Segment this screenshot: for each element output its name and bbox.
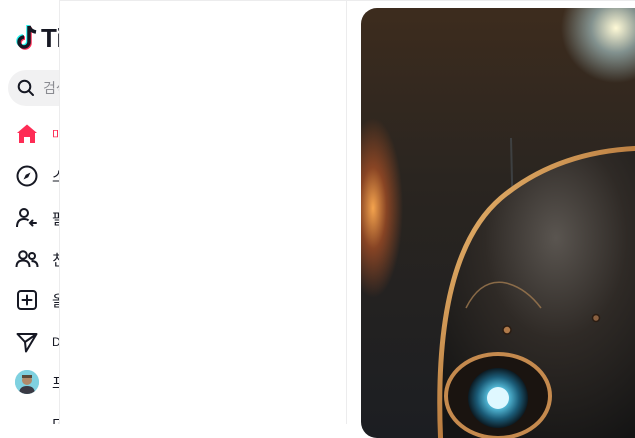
avatar [15, 370, 39, 394]
sidebar-divider [59, 0, 60, 424]
topbar-divider [60, 0, 635, 1]
compass-icon [14, 163, 40, 189]
search-bar[interactable]: 검색 [8, 70, 60, 106]
nav-item-explore[interactable]: 스 [0, 156, 60, 196]
home-icon [14, 121, 40, 147]
nav-item-following[interactable]: 팔 [0, 198, 60, 238]
nav-item-friends[interactable]: 친 [0, 239, 60, 279]
following-icon [14, 205, 40, 231]
content-divider [346, 0, 347, 424]
search-placeholder: 검색 [43, 80, 60, 96]
nav-item-messages[interactable]: D [0, 322, 60, 362]
nav-item-upload[interactable]: 올 [0, 280, 60, 320]
nav-item-more[interactable]: 더 [0, 404, 60, 425]
friends-icon [14, 246, 40, 272]
send-icon [14, 329, 40, 355]
tiktok-logo-icon [16, 25, 37, 50]
nav-item-home[interactable]: 마 [0, 114, 60, 154]
video-player[interactable] [361, 8, 635, 438]
more-icon [14, 411, 40, 424]
search-icon [17, 79, 34, 96]
logo-text: Ti [41, 23, 60, 53]
avatar-wrap [14, 369, 40, 395]
tiktok-logo[interactable]: Ti [15, 24, 60, 52]
nav-item-profile[interactable]: 프 [0, 362, 60, 402]
video-frame-robot [437, 137, 635, 438]
upload-icon [14, 287, 40, 313]
sidebar: Ti 검색 마 스 [0, 0, 60, 424]
